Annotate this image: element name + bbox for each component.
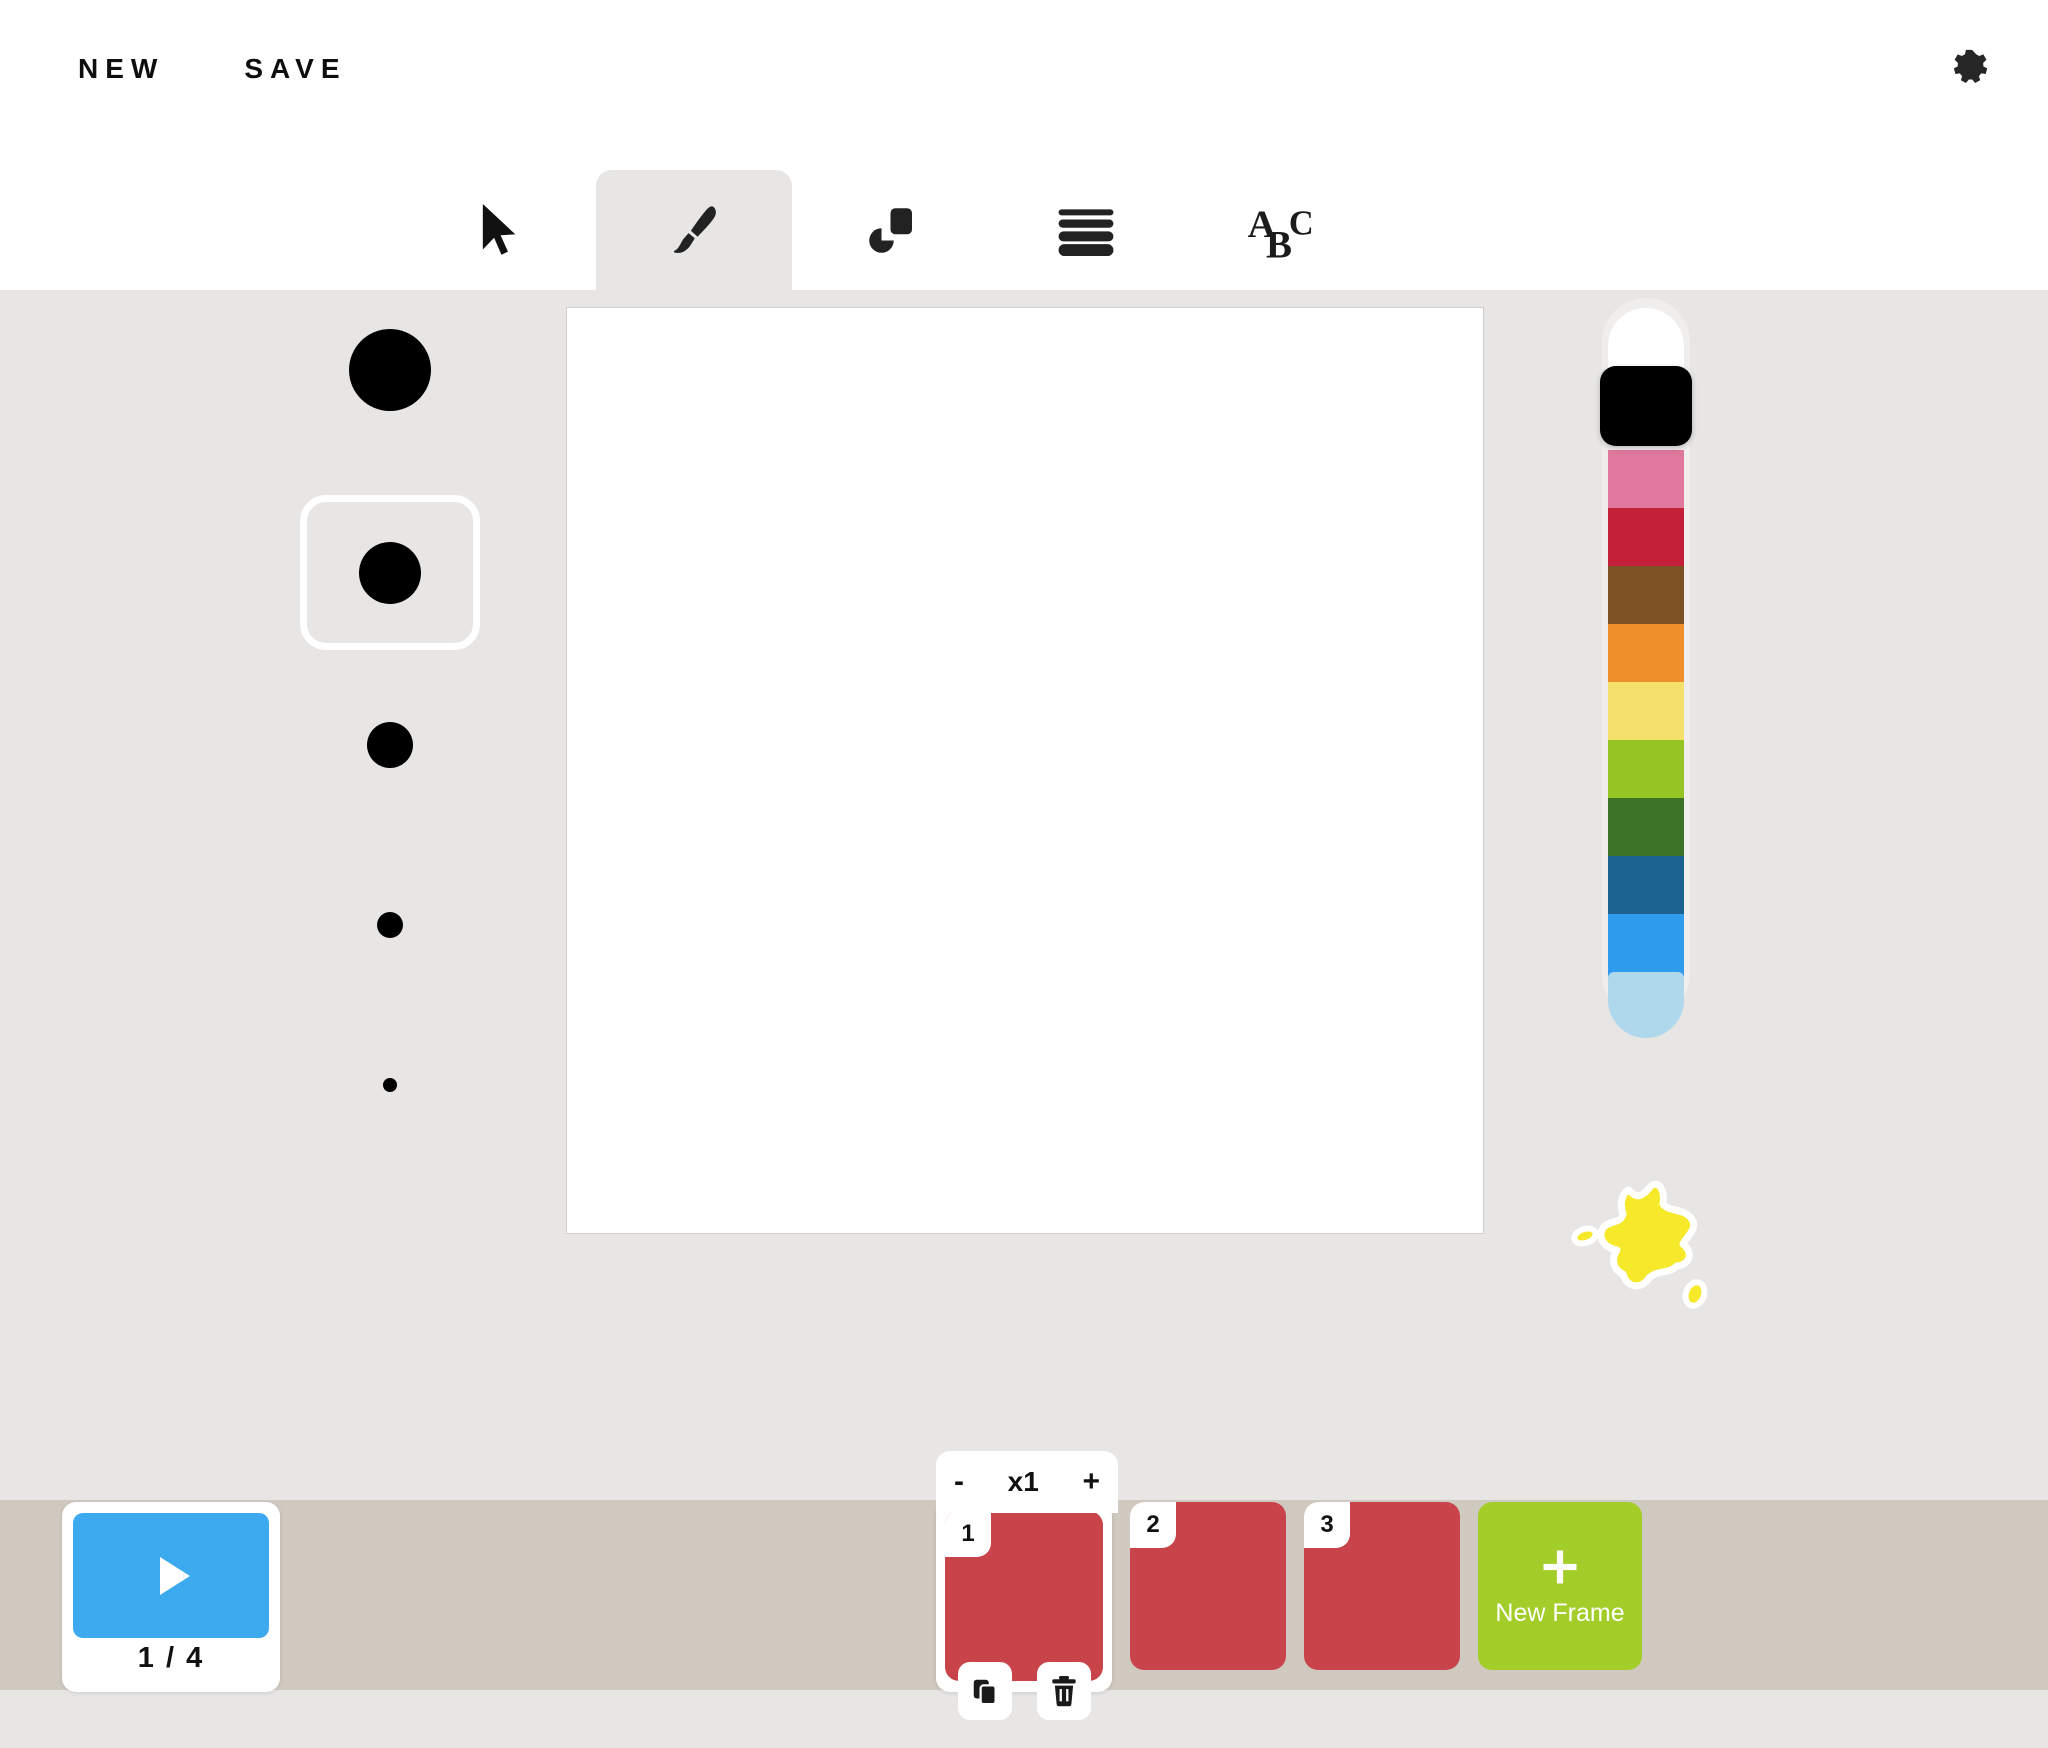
brush-dot [367, 722, 413, 768]
frame-item-3[interactable]: 3 [1304, 1502, 1460, 1670]
color-swatch-yellow[interactable] [1608, 682, 1684, 748]
color-swatch-lime[interactable] [1608, 740, 1684, 806]
new-frame-button[interactable]: New Frame [1478, 1502, 1642, 1670]
color-swatch-black[interactable] [1600, 366, 1692, 446]
frame-number: 3 [1304, 1502, 1350, 1548]
tool-tabs: A B C [400, 138, 1380, 290]
brush-dot [383, 1078, 397, 1092]
brush-size-option-3[interactable] [300, 685, 480, 805]
color-swatch-list [1600, 308, 1692, 1038]
speed-decrease-button[interactable]: - [954, 1467, 964, 1497]
color-swatch-crimson[interactable] [1608, 508, 1684, 574]
stage [0, 290, 2048, 1500]
frame-item-2[interactable]: 2 [1130, 1502, 1286, 1670]
tab-select[interactable] [400, 170, 596, 290]
color-swatch-brown[interactable] [1608, 566, 1684, 632]
delete-frame-button[interactable] [1036, 1662, 1091, 1720]
paint-splat-icon [1571, 1180, 1708, 1309]
tab-lines[interactable] [988, 170, 1184, 290]
gear-icon [1953, 49, 1988, 83]
color-swatch-blue[interactable] [1608, 914, 1684, 980]
frame-number: 2 [1130, 1502, 1176, 1548]
copy-icon [973, 1679, 997, 1706]
color-swatch-pink[interactable] [1608, 450, 1684, 516]
frame-counter: 1 / 4 [137, 1642, 205, 1674]
color-swatch-orange[interactable] [1608, 624, 1684, 690]
stroke-weight-icon [1058, 209, 1114, 257]
tool-tab-bar: A B C [0, 138, 2048, 290]
frame-number: 1 [945, 1511, 991, 1557]
tab-brush[interactable] [596, 170, 792, 290]
top-bar-menu: NEW SAVE [78, 0, 347, 138]
frame-action-bar [945, 1662, 1103, 1720]
color-swatch-pale-blue[interactable] [1608, 972, 1684, 1038]
color-swatch-white[interactable] [1608, 308, 1684, 374]
drawing-app-window: NEW SAVE A B C 1 / 4 - x1 + 1 2 3 New Fr… [0, 0, 2048, 1748]
brush-size-option-1[interactable] [300, 310, 480, 430]
color-swatch-green[interactable] [1608, 798, 1684, 864]
brush-size-option-5[interactable] [300, 1035, 480, 1135]
brush-size-option-2[interactable] [300, 495, 480, 650]
settings-button[interactable] [1938, 38, 2000, 100]
new-button[interactable]: NEW [78, 53, 164, 85]
play-icon [160, 1556, 190, 1595]
tab-shapes[interactable] [792, 170, 988, 290]
speed-increase-button[interactable]: + [1082, 1467, 1100, 1497]
color-swatch-navy[interactable] [1608, 856, 1684, 922]
brush-size-picker [300, 310, 480, 1210]
shapes-icon [869, 208, 912, 253]
brush-size-option-4[interactable] [300, 870, 480, 980]
brush-dot [377, 912, 403, 938]
brush-dot [349, 329, 431, 411]
cursor-arrow-icon [482, 204, 516, 255]
speed-control: - x1 + [936, 1451, 1118, 1513]
top-bar: NEW SAVE [0, 0, 2048, 138]
speed-value: x1 [1007, 1466, 1039, 1497]
duplicate-frame-button[interactable] [957, 1662, 1012, 1720]
trash-icon [1051, 1675, 1076, 1707]
drawing-canvas[interactable] [566, 307, 1484, 1234]
frame-item-1[interactable]: 1 [936, 1502, 1112, 1720]
play-button[interactable] [73, 1513, 269, 1638]
frame-list: 1 2 3 New Frame [936, 1502, 1642, 1720]
paintbrush-icon [673, 206, 716, 253]
playback-control[interactable]: 1 / 4 [62, 1502, 280, 1692]
paint-splat-button[interactable] [1565, 1178, 1725, 1313]
plus-icon [1543, 1550, 1577, 1583]
abc-letter-c: C [1289, 205, 1314, 243]
new-frame-label: New Frame [1495, 1598, 1625, 1627]
brush-dot [359, 541, 421, 604]
abc-text-icon: A B C [1248, 203, 1314, 261]
tab-text[interactable]: A B C [1184, 170, 1380, 290]
color-palette [1600, 298, 1692, 1038]
save-button[interactable]: SAVE [244, 53, 346, 85]
